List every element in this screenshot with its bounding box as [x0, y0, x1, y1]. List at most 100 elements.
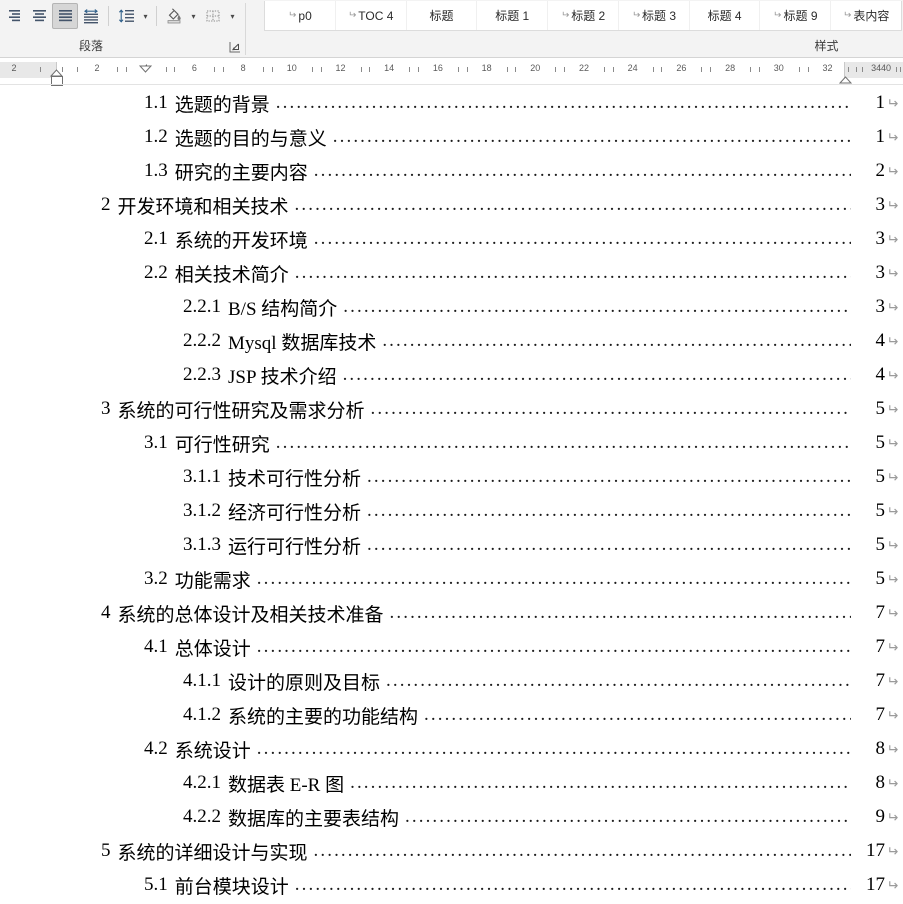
style-item-toc4[interactable]: ↵ TOC 4 — [336, 1, 407, 30]
toc-entry[interactable]: 2.2.3 JSP 技术介绍 4↵ — [0, 358, 903, 392]
toc-entry[interactable]: 4 系统的总体设计及相关技术准备 7↵ — [0, 596, 903, 630]
toc-entry-number: 5 — [101, 840, 111, 861]
distribute-icon[interactable] — [78, 3, 104, 29]
toc-entry-title: 系统的开发环境 — [174, 230, 308, 252]
toc-leader-dots — [314, 154, 851, 188]
ruler-tick — [174, 67, 176, 72]
toc-leader-dots — [343, 290, 851, 324]
ruler-number: 2 — [94, 63, 100, 73]
toc-entry-number: 4.1.2 — [183, 704, 221, 725]
toc-entry[interactable]: 2.2 相关技术简介 3↵ — [0, 256, 903, 290]
paragraph-mark-icon: ↵ — [886, 264, 899, 281]
hanging-indent-marker[interactable] — [138, 60, 153, 78]
toc-page-number: 3 — [875, 262, 886, 283]
toc-entry[interactable]: 2.2.2 Mysql 数据库技术 4↵ — [0, 324, 903, 358]
toc-entry-title: 选题的背景 — [174, 94, 270, 116]
align-right-icon[interactable] — [0, 3, 26, 29]
toc-entry[interactable]: 4.2.1 数据表 E-R 图 8↵ — [0, 766, 903, 800]
ruler-tick — [457, 67, 459, 72]
style-item-title[interactable]: 标题 — [407, 1, 478, 30]
align-center-icon[interactable] — [26, 3, 52, 29]
borders-dropdown-arrow[interactable]: ▾ — [226, 3, 239, 29]
toc-entry-number: 4.1 — [144, 636, 168, 657]
ruler-number: 18 — [481, 63, 492, 73]
paragraph-mark-icon: ↵ — [886, 638, 899, 655]
toc-entry-title: 系统的总体设计及相关技术准备 — [117, 604, 384, 626]
style-item-label: 标题 — [429, 9, 454, 23]
style-item-label: 标题 4 — [707, 9, 742, 23]
toc-entry-title: 技术可行性分析 — [228, 468, 362, 490]
toc-entry[interactable]: 3.1.2 经济可行性分析 5↵ — [0, 494, 903, 528]
ruler-number: 28 — [725, 63, 736, 73]
toc-page-number: 8 — [875, 772, 886, 793]
borders-icon[interactable] — [200, 3, 226, 29]
pilcrow-icon: ↵ — [347, 10, 357, 21]
styles-gallery[interactable]: ↵ p0 ↵ TOC 4 标题 标题 1 ↵ 标题 2 ↵ 标题 3 标题 4 … — [264, 1, 902, 31]
ruler-tick — [661, 67, 663, 72]
toc-entry-number: 1.1 — [144, 92, 168, 113]
toc-page-number: 7 — [875, 670, 886, 691]
paragraph-settings-launcher[interactable] — [228, 40, 242, 54]
toc-entry[interactable]: 4.1.1 设计的原则及目标 7↵ — [0, 664, 903, 698]
toc-entry[interactable]: 2.2.1 B/S 结构简介 3↵ — [0, 290, 903, 324]
paragraph-mark-icon: ↵ — [886, 842, 899, 859]
line-spacing-icon[interactable] — [113, 3, 139, 29]
toc-entry[interactable]: 4.1 总体设计 7↵ — [0, 630, 903, 664]
ruler-number: 26 — [676, 63, 687, 73]
toc-entry[interactable]: 3.2 功能需求 5↵ — [0, 562, 903, 596]
toc-page-number: 7 — [875, 602, 886, 623]
paragraph-mark-icon: ↵ — [886, 128, 899, 145]
toc-entry-number: 2.2.3 — [183, 364, 221, 385]
toc-entry[interactable]: 1.1 选题的背景 1↵ — [0, 86, 903, 120]
toc-leader-dots — [367, 494, 851, 528]
toc-entry-title: 数据库的主要表结构 — [228, 808, 400, 830]
toc-entry-number: 3.1 — [144, 432, 168, 453]
ruler-tick — [710, 67, 712, 72]
toc-entry-title: 研究的主要内容 — [174, 162, 308, 184]
toc-entry[interactable]: 5 系统的详细设计与实现 17↵ — [0, 834, 903, 868]
toc-entry[interactable]: 4.1.2 系统的主要的功能结构 7↵ — [0, 698, 903, 732]
style-item-heading2[interactable]: ↵ 标题 2 — [548, 1, 619, 30]
toc-entry[interactable]: 3.1.3 运行可行性分析 5↵ — [0, 528, 903, 562]
toc-page-number: 3 — [875, 228, 886, 249]
toc-leader-dots — [386, 664, 851, 698]
toc-entry[interactable]: 3 系统的可行性研究及需求分析 5↵ — [0, 392, 903, 426]
ruler-tick — [515, 67, 517, 72]
style-item-p0[interactable]: ↵ p0 — [265, 1, 336, 30]
pilcrow-icon: ↵ — [842, 10, 852, 21]
toc-entry[interactable]: 2.1 系统的开发环境 3↵ — [0, 222, 903, 256]
toc-leader-dots — [295, 188, 851, 222]
toc-entry-number: 3.1.2 — [183, 500, 221, 521]
style-item-heading3[interactable]: ↵ 标题 3 — [619, 1, 690, 30]
pilcrow-icon: ↵ — [288, 10, 297, 21]
paragraph-group: ▾ ▾ ▾ 段落 — [0, 0, 240, 58]
line-spacing-dropdown-arrow[interactable]: ▾ — [139, 3, 152, 29]
style-item-heading9[interactable]: ↵ 标题 9 — [760, 1, 832, 30]
toc-entry[interactable]: 5.1 前台模块设计 17↵ — [0, 868, 903, 902]
style-item-table-content[interactable]: ↵ 表内容 — [831, 1, 901, 30]
ruler-tick — [758, 67, 760, 72]
shading-dropdown-arrow[interactable]: ▾ — [187, 3, 200, 29]
toc-entry[interactable]: 3.1.1 技术可行性分析 5↵ — [0, 460, 903, 494]
paragraph-mark-icon: ↵ — [886, 604, 899, 621]
paragraph-mark-icon: ↵ — [886, 162, 899, 179]
style-item-heading4[interactable]: 标题 4 — [690, 1, 761, 30]
toc-entry-title: 设计的原则及目标 — [228, 672, 381, 694]
shading-icon[interactable] — [161, 3, 187, 29]
toc-entry[interactable]: 2 开发环境和相关技术 3↵ — [0, 188, 903, 222]
toc-entry[interactable]: 4.2 系统设计 8↵ — [0, 732, 903, 766]
toc-page-number: 17 — [866, 840, 885, 861]
toc-page-number: 9 — [875, 806, 886, 827]
toc-entry[interactable]: 4.2.2 数据库的主要表结构 9↵ — [0, 800, 903, 834]
toc-entry[interactable]: 1.3 研究的主要内容 2↵ — [0, 154, 903, 188]
ruler-tick — [77, 67, 78, 72]
toc-page-number: 5 — [875, 466, 886, 487]
toc-entry[interactable]: 1.2 选题的目的与意义 1↵ — [0, 120, 903, 154]
toc-entry[interactable]: 3.1 可行性研究 5↵ — [0, 426, 903, 460]
justify-icon[interactable] — [52, 3, 78, 29]
style-item-heading1[interactable]: 标题 1 — [477, 1, 549, 30]
toc-entry-title: 相关技术简介 — [174, 264, 289, 286]
document-canvas[interactable]: 1.1选题的背景1↵1.2选题的目的与意义1↵1.3研究的主要内容2↵2开发环境… — [0, 86, 903, 904]
horizontal-ruler[interactable]: 22468101214161820222426283032343640 — [0, 59, 903, 86]
toc-entry-number: 2.1 — [144, 228, 168, 249]
